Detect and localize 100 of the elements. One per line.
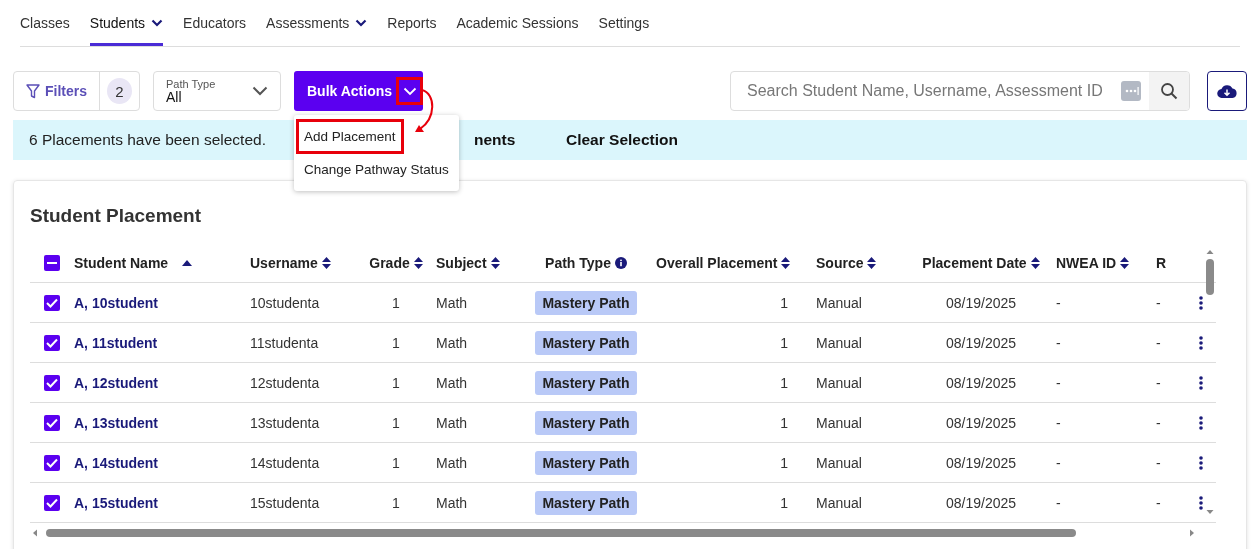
table-cell: 1	[392, 294, 400, 311]
table-cell: 1	[780, 414, 788, 431]
table-cell: 1	[392, 374, 400, 391]
chevron-down-icon	[252, 86, 268, 96]
path-type-tag: Mastery Path	[535, 290, 637, 315]
table-cell: 1	[392, 454, 400, 471]
table-cell: -	[1156, 414, 1161, 431]
table-cell: Manual	[816, 294, 862, 311]
table-cell: 1	[780, 294, 788, 311]
info-icon[interactable]	[614, 256, 627, 269]
check-icon	[46, 297, 58, 308]
sort-icon[interactable]	[1030, 256, 1040, 269]
more-options-icon[interactable]	[1199, 415, 1203, 430]
checkbox[interactable]	[44, 374, 60, 391]
banner-action-link[interactable]: Clear Selection	[566, 131, 678, 149]
nav-tab[interactable]: Reports	[387, 0, 437, 46]
sort-ascending-icon[interactable]	[182, 259, 193, 266]
column-header[interactable]: R	[1156, 254, 1167, 271]
table-cell: 12studenta	[250, 374, 320, 391]
column-header[interactable]: Grade	[369, 254, 410, 271]
table-cell: 08/19/2025	[945, 414, 1017, 431]
table-cell: 08/19/2025	[945, 334, 1017, 351]
checkbox[interactable]	[44, 334, 60, 351]
sort-icon[interactable]	[413, 256, 423, 269]
student-name-link[interactable]: A, 14student	[74, 454, 158, 471]
nav-tab[interactable]: Settings	[598, 0, 650, 46]
filters-label[interactable]: Filters	[14, 72, 100, 110]
sort-icon[interactable]	[490, 256, 500, 269]
banner-action-link[interactable]: nents	[474, 131, 516, 149]
column-header[interactable]: NWEA ID	[1056, 254, 1117, 271]
column-header[interactable]: Overall Placement	[656, 254, 778, 271]
path-type-tag: Mastery Path	[535, 370, 637, 395]
table-cell: -	[1056, 334, 1061, 351]
nav-tab[interactable]: Assessments	[266, 0, 368, 46]
table-cell: Manual	[816, 334, 862, 351]
nav-tab[interactable]: Classes	[20, 0, 70, 46]
table-cell: 1	[780, 374, 788, 391]
table-cell: 1	[780, 494, 788, 511]
checkbox[interactable]	[44, 414, 60, 431]
table-cell: 08/19/2025	[945, 294, 1017, 311]
column-header[interactable]: Path Type	[545, 254, 611, 271]
more-options-icon[interactable]	[1199, 495, 1203, 510]
table-cell: 1	[392, 334, 400, 351]
table-cell: -	[1056, 454, 1061, 471]
table-cell: 08/19/2025	[945, 374, 1017, 391]
checkbox[interactable]	[44, 294, 60, 311]
more-options-icon[interactable]	[1199, 295, 1203, 310]
menu-item[interactable]: Add Placement	[298, 121, 402, 152]
table-cell: 1	[392, 494, 400, 511]
student-name-link[interactable]: A, 13student	[74, 414, 158, 431]
menu-item[interactable]: Change Pathway Status	[298, 154, 455, 185]
student-name-link[interactable]: A, 12student	[74, 374, 158, 391]
nav-tab[interactable]: Academic Sessions	[456, 0, 579, 46]
more-options-icon[interactable]	[1199, 455, 1203, 470]
column-header[interactable]: Subject	[436, 254, 487, 271]
table-cell: -	[1156, 334, 1161, 351]
path-type-tag: Mastery Path	[535, 450, 637, 475]
column-header[interactable]: Placement Date	[922, 254, 1027, 271]
search-bar[interactable]: Search Student Name, Username, Assessment ID	[730, 71, 1190, 111]
table-cell: 13studenta	[250, 414, 320, 431]
table-cell: Math	[436, 414, 468, 431]
table-cell: 1	[780, 454, 788, 471]
path-type-select[interactable]: Path Type All	[153, 71, 281, 111]
dropdown-toggle[interactable]	[396, 77, 423, 105]
student-name-link[interactable]: A, 11student	[74, 334, 158, 351]
column-header[interactable]: Username	[250, 254, 318, 271]
filters-button[interactable]: Filters 2	[13, 71, 140, 111]
checkbox[interactable]	[44, 494, 60, 511]
table-cell: 14studenta	[250, 454, 320, 471]
table-cell: -	[1156, 374, 1161, 391]
table-cell: 1	[392, 414, 400, 431]
sort-icon[interactable]	[1120, 256, 1130, 269]
table-cell: -	[1156, 294, 1161, 311]
table-cell: 11studenta	[250, 334, 319, 351]
checkbox[interactable]	[44, 254, 60, 271]
table-cell: Math	[436, 494, 468, 511]
sort-icon[interactable]	[321, 256, 331, 269]
column-header[interactable]: Student Name	[74, 254, 169, 271]
column-header[interactable]: Source	[816, 254, 864, 271]
table-cell: -	[1056, 294, 1061, 311]
bulk-actions-button[interactable]: Bulk Actions	[294, 71, 423, 111]
table-cell: 1	[780, 334, 788, 351]
more-options-icon[interactable]	[1199, 375, 1203, 390]
table-cell: Math	[436, 334, 468, 351]
ellipsis-icon	[1121, 81, 1141, 101]
sort-icon[interactable]	[781, 256, 791, 269]
student-name-link[interactable]: A, 10student	[74, 294, 158, 311]
funnel-icon	[26, 83, 40, 99]
nav-tab[interactable]: Educators	[183, 0, 247, 46]
search-button[interactable]	[1149, 72, 1189, 110]
download-button[interactable]	[1207, 71, 1247, 111]
path-type-tag: Mastery Path	[535, 490, 637, 515]
sort-icon[interactable]	[867, 256, 877, 269]
checkbox[interactable]	[44, 454, 60, 471]
more-options-icon[interactable]	[1199, 335, 1203, 350]
student-name-link[interactable]: A, 15student	[74, 494, 158, 511]
table-cell: 08/19/2025	[945, 494, 1017, 511]
table-cell: 10studenta	[250, 294, 320, 311]
check-icon	[46, 497, 58, 508]
nav-tab[interactable]: Students	[89, 0, 164, 46]
